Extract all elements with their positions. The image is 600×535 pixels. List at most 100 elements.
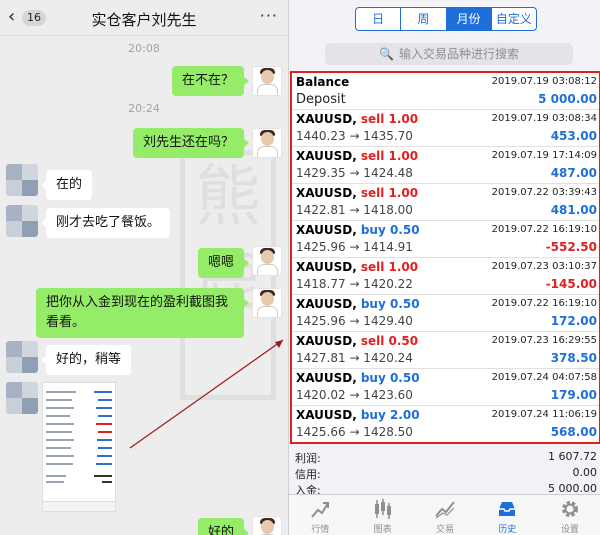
message-bubble[interactable]: 好的 [197,518,250,535]
trade-profit: 378.50 [550,351,597,365]
row-datetime: 2019.07.24 04:07:58 [491,372,597,383]
timestamp: 20:24 [128,102,160,115]
row-datetime: 2019.07.23 03:10:37 [491,261,597,272]
chat-title: 实仓客户刘先生 [91,11,197,29]
trade-action: buy 2.00 [360,408,420,422]
trade-row[interactable]: XAUUSD, buy 0.50 2019.07.24 04:07:58 1420.0… [292,369,599,406]
trade-prices: 1425.96 → 1414.91 [296,240,413,254]
trade-row[interactable]: XAUUSD, buy 2.00 2019.07.24 11:06:19 1425.6… [292,406,599,442]
message-bubble[interactable]: 嗯嗯 [197,248,250,278]
trade-action: buy 0.50 [360,297,420,311]
search-icon: 🔍 [379,47,394,61]
search-placeholder: 输入交易品种进行搜索 [398,47,519,61]
summary-label: 信用: [295,468,321,481]
segment-week[interactable]: 周 [401,8,447,30]
summary-value: 0.00 [572,466,598,479]
tab-quotes[interactable]: 行情 [289,495,351,535]
history-icon [499,502,516,516]
avatar[interactable] [252,128,282,158]
avatar[interactable] [252,246,282,276]
trade-profit: 172.00 [550,314,597,328]
trade-symbol: XAUUSD, sell 0.50 [296,334,419,348]
avatar[interactable] [252,66,282,96]
trade-row[interactable]: XAUUSD, sell 1.00 2019.07.19 03:08:34 1440.… [292,110,599,147]
trade-row[interactable]: XAUUSD, sell 0.50 2019.07.23 16:29:55 1427.… [292,332,599,369]
row-datetime: 2019.07.22 16:19:10 [491,298,597,309]
tab-label: 历史 [498,525,517,535]
trade-action: sell 1.00 [360,260,419,274]
balance-row[interactable]: Balance 2019.07.19 03:08:12 Deposit 5 00… [292,73,599,110]
tab-history[interactable]: 历史 [476,495,538,535]
trade-row[interactable]: XAUUSD, sell 1.00 2019.07.19 17:14:09 1429.… [292,147,599,184]
trade-prices: 1429.35 → 1424.48 [296,166,413,180]
bottom-tab-bar: 行情 图表 交易 历史 设置 [289,494,600,535]
trade-action: sell 0.50 [360,334,419,348]
trade-profit: 487.00 [550,166,597,180]
trade-symbol: XAUUSD, buy 0.50 [296,223,420,237]
trade-symbol: XAUUSD, buy 2.00 [296,408,420,422]
trade-row[interactable]: XAUUSD, sell 1.00 2019.07.23 03:10:37 1418.… [292,258,599,295]
quotes-icon [311,502,330,518]
trade-action: buy 0.50 [360,371,420,385]
message-bubble[interactable]: 刘先生还在吗？ [132,128,250,158]
chart-icon [374,499,391,519]
trade-symbol: XAUUSD, buy 0.50 [296,371,420,385]
segment-custom[interactable]: 自定义 [492,8,536,30]
row-datetime: 2019.07.19 17:14:09 [491,150,597,161]
balance-amount: 5 000.00 [538,92,597,106]
tab-trade[interactable]: 交易 [414,495,476,535]
period-segmented-control: 日 周 月份 自定义 [355,7,537,31]
avatar[interactable] [252,288,282,318]
row-datetime: 2019.07.24 11:06:19 [491,409,597,420]
chat-header: ‹ 16 实仓客户刘先生 ··· [0,0,288,36]
screenshot-thumbnail[interactable] [42,382,116,512]
tab-label: 设置 [560,525,579,535]
trade-profit: 568.00 [550,425,597,439]
search-input[interactable]: 🔍 输入交易品种进行搜索 [325,43,573,65]
summary: 利润: 1 607.72 信用: 0.00 入金: 5 000.00 [289,448,600,497]
summary-value: 1 607.72 [548,450,597,463]
avatar[interactable] [6,164,38,196]
summary-label: 利润: [295,452,321,465]
avatar[interactable] [6,382,38,414]
message-bubble[interactable]: 好的，稍等 [40,345,132,375]
message-bubble[interactable]: 在不在？ [171,66,250,96]
segment-day[interactable]: 日 [356,8,402,30]
summary-row: 信用: 0.00 [289,466,600,481]
trade-row[interactable]: XAUUSD, sell 1.00 2019.07.22 03:39:43 1422.… [292,184,599,221]
avatar[interactable] [6,205,38,237]
trade-symbol: XAUUSD, buy 0.50 [296,297,420,311]
trade-profit: 481.00 [550,203,597,217]
timestamp: 20:08 [128,42,160,55]
trade-icon [435,501,455,519]
tab-settings[interactable]: 设置 [539,495,600,535]
trade-prices: 1425.96 → 1429.40 [296,314,413,328]
avatar[interactable] [252,516,282,535]
segment-month[interactable]: 月份 [446,8,492,30]
trade-symbol: XAUUSD, sell 1.00 [296,186,419,200]
trade-symbol: XAUUSD, sell 1.00 [296,260,419,274]
message-bubble[interactable]: 把你从入金到现在的盈利截图我看看。 [36,288,249,338]
settings-icon [561,501,578,517]
trade-profit: -552.50 [545,240,597,254]
trade-row[interactable]: XAUUSD, buy 0.50 2019.07.22 16:19:10 1425.9… [292,221,599,258]
more-options-icon[interactable]: ··· [260,6,278,25]
history-list: Balance 2019.07.19 03:08:12 Deposit 5 00… [290,71,600,444]
avatar[interactable] [6,341,38,373]
trade-prices: 1418.77 → 1420.22 [296,277,413,291]
tab-label: 行情 [311,525,330,535]
trade-action: buy 0.50 [360,223,420,237]
trading-history-screen: 日 周 月份 自定义 🔍 输入交易品种进行搜索 Balance 2019.07.1… [288,0,600,535]
chat-panel: 熊鹿 ‹ 16 实仓客户刘先生 ··· 20:08 在不在？ 20:24 刘先生… [0,0,288,535]
trade-prices: 1422.81 → 1418.00 [296,203,413,217]
message-bubble[interactable]: 刚才去吃了餐饭。 [40,208,171,238]
trade-action: sell 1.00 [360,186,419,200]
trade-action: sell 1.00 [360,112,419,126]
summary-row: 利润: 1 607.72 [289,450,600,465]
trade-row[interactable]: XAUUSD, buy 0.50 2019.07.22 16:19:10 1425.9… [292,295,599,332]
trade-symbol: XAUUSD, sell 1.00 [296,112,419,126]
trade-prices: 1420.02 → 1423.60 [296,388,413,402]
message-bubble[interactable]: 在的 [40,170,93,200]
trade-symbol: XAUUSD, sell 1.00 [296,149,419,163]
tab-chart[interactable]: 图表 [351,495,413,535]
